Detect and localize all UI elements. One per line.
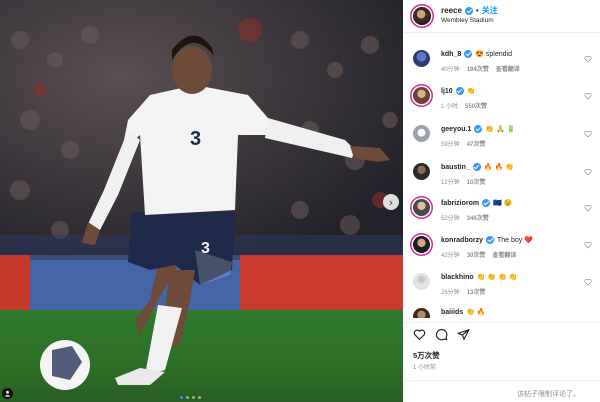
verified-badge-icon [464,6,473,15]
author-username[interactable]: reece [441,6,462,15]
post-sidebar: reece • 关注 Wembley Stadium kdh_8 😍 splen… [403,0,600,402]
comment-text: 😍 splendid [475,51,512,58]
heart-icon[interactable] [584,241,592,249]
comment-item: fabriziorom 🇪🇺 😉 52分钟 346次赞 [403,197,600,233]
verified-badge-icon [474,125,483,133]
comment-like-count[interactable]: 30次赞 [467,250,486,259]
post-actions [403,322,600,344]
like-count[interactable]: 5万次赞 [413,350,440,361]
heart-icon[interactable] [584,278,592,286]
comment-time: 26分钟 [441,290,460,296]
comment-username[interactable]: lj10 [441,88,453,95]
see-translation-link[interactable]: 查看翻译 [492,250,516,259]
comment-text: 👏 🔥 [466,309,486,316]
comment-text: 👏 👏 👏 👏 [476,274,518,281]
comment-username[interactable]: konradborzy [441,237,483,244]
avatar[interactable] [413,163,430,180]
comment-like-count[interactable]: 10次赞 [467,177,486,186]
verified-badge-icon [472,163,481,171]
comments-list: kdh_8 😍 splendid 40分钟 194次赞 查看翻译 lj10 👏 … [403,40,600,318]
comment-item: baiiids 👏 🔥 [403,306,600,318]
send-icon[interactable] [457,328,470,341]
comment-item: lj10 👏 1 小时 550次赞 [403,85,600,121]
comment-username[interactable]: fabriziorom [441,200,479,207]
verified-badge-icon [486,236,495,244]
avatar[interactable] [413,236,430,253]
comment-text: 🇪🇺 😉 [493,200,513,207]
carousel-dot [198,396,201,399]
comment-username[interactable]: blackhino [441,274,474,281]
carousel-next-button[interactable]: › [383,194,399,210]
comment-time: 40分钟 [441,67,460,73]
avatar[interactable] [413,308,430,318]
comment-username[interactable]: kdh_8 [441,51,461,58]
comment-like-count[interactable]: 550次赞 [465,101,487,110]
carousel-dots [180,396,201,399]
heart-icon[interactable] [584,204,592,212]
comment-icon[interactable] [435,328,448,341]
carousel-dot [180,396,183,399]
location-link[interactable]: Wembley Stadium [441,17,494,24]
comment-item: konradborzy The boy ❤️ 42分钟 30次赞 查看翻译 [403,234,600,270]
comment-text: 🔥 🔥 👏 [483,164,514,171]
comment-username[interactable]: geeyou.1 [441,126,471,133]
avatar[interactable] [413,199,430,216]
comment-text: The boy ❤️ [497,237,533,244]
user-tag-icon [4,390,11,397]
comment-item: kdh_8 😍 splendid 40分钟 194次赞 查看翻译 [403,48,600,84]
comment-username[interactable]: baiiids [441,309,463,316]
comment-time: 52分钟 [441,216,460,222]
avatar[interactable] [413,7,431,25]
carousel-dot [192,396,195,399]
follow-button[interactable]: 关注 [482,5,498,16]
post-media[interactable]: 3 3 › [0,0,403,402]
comments-limited-bar: 该帖子限制评论了。 [403,380,600,402]
tagged-users-button[interactable] [2,388,13,399]
comment-like-count[interactable]: 13次赞 [467,287,486,296]
avatar[interactable] [413,50,430,67]
heart-icon[interactable] [584,55,592,63]
comment-username[interactable]: baustin_ [441,164,470,171]
shorts-number: 3 [201,240,210,257]
comment-time: 1 小时 [441,104,459,110]
avatar[interactable] [413,87,430,104]
comment-text: 👏 🙏 🔋 [485,126,516,133]
verified-badge-icon [464,50,473,58]
comments-limited-notice: 该帖子限制评论了。 [517,391,580,398]
heart-icon[interactable] [584,92,592,100]
see-translation-link[interactable]: 查看翻译 [496,64,520,73]
player-illustration [40,35,390,390]
post-timestamp: 1 小时前 [413,365,437,371]
comment-item: baustin_ 🔥 🔥 👏 12分钟 10次赞 [403,161,600,197]
comment-like-count[interactable]: 346次赞 [467,213,489,222]
comment-like-count[interactable]: 194次赞 [467,64,489,73]
comment-item: blackhino 👏 👏 👏 👏 26分钟 13次赞 [403,271,600,307]
comment-text: 👏 [466,88,476,95]
carousel-dot [186,396,189,399]
comment-time: 42分钟 [441,253,460,259]
verified-badge-icon [455,87,464,95]
separator-dot: • [475,6,479,15]
comment-like-count[interactable]: 47次赞 [467,139,486,148]
verified-badge-icon [482,199,491,207]
heart-icon[interactable] [413,328,426,341]
avatar[interactable] [413,125,430,142]
comment-item: geeyou.1 👏 🙏 🔋 59分钟 47次赞 [403,123,600,159]
heart-icon[interactable] [584,168,592,176]
comment-time: 12分钟 [441,180,460,186]
shirt-number: 3 [190,128,202,150]
comment-time: 59分钟 [441,142,460,148]
avatar[interactable] [413,273,430,290]
chevron-right-icon: › [388,195,394,209]
heart-icon[interactable] [584,130,592,138]
post-header: reece • 关注 Wembley Stadium [403,0,600,33]
